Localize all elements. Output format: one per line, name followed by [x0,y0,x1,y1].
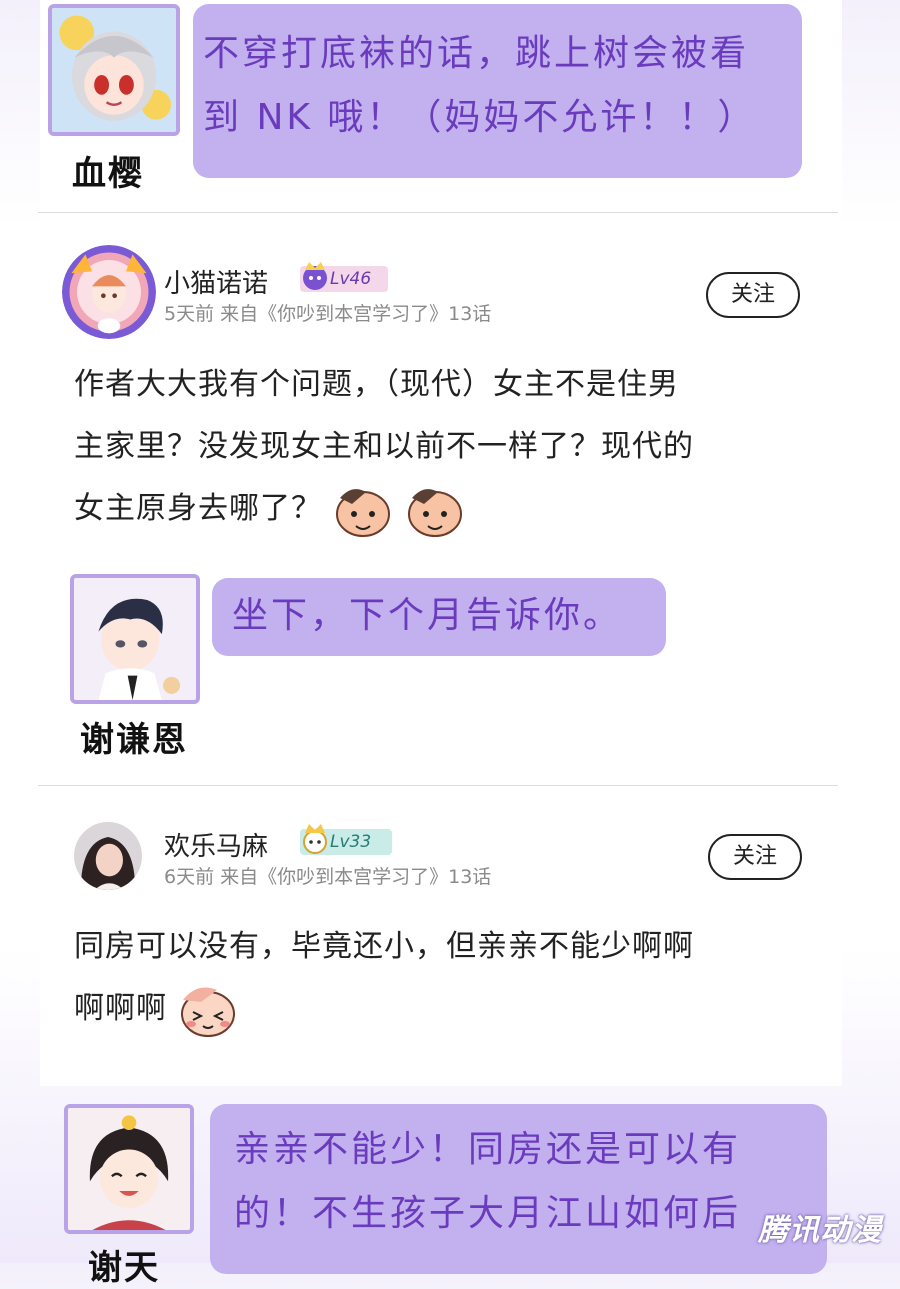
user-avatar[interactable] [74,822,142,890]
comment-meta: 5天前 来自《你吵到本宫学习了》13话 [164,303,492,325]
reply-name: 谢谦恩 [80,720,188,760]
reply-bubble: 坐下，下个月告诉你。 [212,578,666,656]
comment-text-line: 同房可以没有，毕竟还小，但亲亲不能少啊啊 [74,929,694,964]
comment-username[interactable]: 小猫诺诺 [164,263,268,300]
comment-text-line: 啊啊啊 [74,978,794,1040]
comment-body: 作者大大我有个问题，（现代）女主不是住男 主家里？没发现女主和以前不一样了？现代… [74,354,794,540]
comment-feed: 血樱 不穿打底袜的话，跳上树会被看 到 NK 哦！（妈妈不允许！！） 小猫诺诺 … [0,0,900,1288]
comment-text: 啊啊啊 [74,991,167,1026]
reply-text-line: 的！不生孩子大月江山如何后 [234,1193,742,1234]
happy-blush-emoji [177,982,239,1038]
reply-text-line: 到 NK 哦！（妈妈不允许！！） [203,97,757,138]
reply-avatar-xietian[interactable] [64,1104,194,1234]
comment-username[interactable]: 欢乐马麻 [164,826,268,863]
reply-bubble: 不穿打底袜的话，跳上树会被看 到 NK 哦！（妈妈不允许！！） [193,4,802,178]
reply-name: 血樱 [72,154,144,194]
comment-text: 女主原身去哪了？ [74,491,322,526]
reply-text-line: 不穿打底袜的话，跳上树会被看 [203,33,750,74]
level-text: Lv33 [330,832,372,852]
comment-text-line: 作者大大我有个问题，（现代）女主不是住男 [74,367,679,402]
divider [38,212,838,213]
dog-face-emoji [332,482,394,538]
follow-button[interactable]: 关注 [706,272,800,318]
crown-icon [303,824,327,854]
level-badge: Lv46 [300,262,388,292]
reply-text-line: 亲亲不能少！同房还是可以有 [234,1129,742,1170]
reply-name: 谢天 [88,1248,160,1288]
reply-avatar-xieqianen[interactable] [70,574,200,704]
comment-meta: 6天前 来自《你吵到本宫学习了》13话 [164,866,492,888]
reply-bubble: 亲亲不能少！同房还是可以有 的！不生孩子大月江山如何后 [210,1104,827,1274]
dog-face-emoji [404,482,466,538]
reply-text-line: 坐下，下个月告诉你。 [232,595,623,636]
follow-button[interactable]: 关注 [708,834,802,880]
watermark-logo: 腾讯动漫 [758,1213,882,1248]
level-badge: Lv33 [300,824,392,855]
comment-body: 同房可以没有，毕竟还小，但亲亲不能少啊啊 啊啊啊 [74,916,794,1040]
reply-avatar-xueying[interactable] [48,4,180,136]
comment-text-line: 女主原身去哪了？ [74,478,794,540]
divider [38,785,838,786]
comment-text-line: 主家里？没发现女主和以前不一样了？现代的 [74,429,694,464]
level-text: Lv46 [330,269,372,289]
user-avatar[interactable] [62,245,156,339]
cat-crown-icon [303,262,327,290]
